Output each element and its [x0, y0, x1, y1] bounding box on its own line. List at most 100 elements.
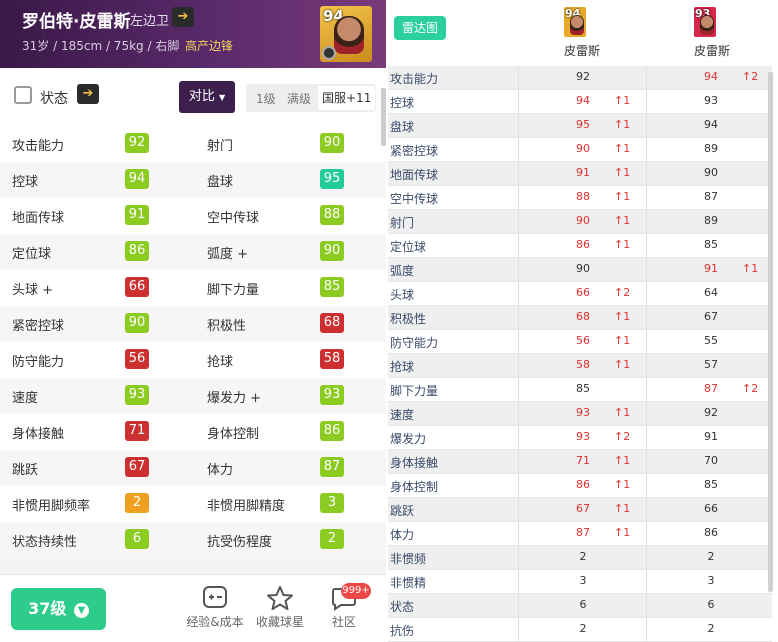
player-1-advantage: ↑1 [614, 238, 631, 251]
compare-row: 非惯频 2 2 [388, 546, 772, 570]
stat-value-badge: 2 [320, 529, 344, 549]
compare-row-label: 头球 [390, 288, 415, 302]
stat-row: 身体接触 71 身体控制 86 [0, 414, 386, 450]
scrollbar[interactable] [768, 72, 773, 592]
column-divider [518, 282, 519, 306]
player-2-value: 85 [704, 238, 718, 251]
stat-value-badge: 93 [320, 385, 344, 405]
player-2-value: 91 [704, 262, 718, 275]
player-1-advantage: ↑1 [614, 334, 631, 347]
stat-label: 地面传球 [12, 211, 65, 226]
player-2-value: 85 [704, 478, 718, 491]
column-divider [646, 498, 647, 522]
player-1-advantage: ↑1 [614, 358, 631, 371]
level-option-max[interactable]: 满级 [287, 90, 311, 107]
player-2-name: 皮雷斯 [694, 44, 731, 58]
player-2-value: 64 [704, 286, 718, 299]
column-divider [518, 138, 519, 162]
player-2-value: 2 [707, 622, 715, 635]
player-1-advantage: ↑1 [614, 166, 631, 179]
status-icon [14, 86, 32, 104]
compare-row-label: 非惯频 [390, 552, 427, 566]
player-2-value: 3 [707, 574, 715, 587]
radar-chart-button[interactable]: 雷达图 [394, 16, 446, 40]
stat-row: 跳跃 67 体力 87 [0, 450, 386, 486]
player-1-portrait [570, 15, 584, 35]
player-1-advantage: ↑1 [614, 310, 631, 323]
player-2-advantage: ↑2 [742, 382, 759, 395]
stat-row: 紧密控球 90 积极性 68 [0, 306, 386, 342]
player-1-value: 66 [576, 286, 590, 299]
player-1-advantage: ↑1 [614, 190, 631, 203]
column-divider [646, 426, 647, 450]
player-1-value: 6 [579, 598, 587, 611]
stat-row: 防守能力 56 抢球 58 [0, 342, 386, 378]
level-option-1[interactable]: 1级 [256, 90, 276, 107]
stat-value-badge: 95 [320, 169, 344, 189]
column-divider [646, 546, 647, 570]
player-1-value: 93 [576, 430, 590, 443]
scrollbar[interactable] [381, 88, 386, 146]
compare-row-label: 速度 [390, 408, 415, 422]
stat-label: 紧密控球 [12, 319, 65, 334]
column-divider [518, 258, 519, 282]
status-toolbar: 状态 ➔ 对比 ▼ 1级 满级 国服+11 [0, 68, 386, 126]
player-2-portrait [700, 15, 714, 35]
compare-row-label: 爆发力 [390, 432, 427, 446]
compare-row: 爆发力 93 ↑2 91 [388, 426, 772, 450]
player-2-advantage: ↑2 [742, 70, 759, 83]
stat-row: 状态持续性 6 抗受伤程度 2 [0, 522, 386, 558]
compare-row: 射门 90 ↑1 89 [388, 210, 772, 234]
compare-row-label: 控球 [390, 96, 415, 110]
stat-label: 体力 [207, 463, 234, 478]
player-style-tag: 高产边锋 [185, 39, 234, 53]
column-divider [518, 186, 519, 210]
level-button[interactable]: 37级 ▼ [11, 588, 106, 630]
stat-value-badge: 91 [125, 205, 149, 225]
player-1-value: 90 [576, 142, 590, 155]
compare-row-label: 脚下力量 [390, 384, 439, 398]
player-2-value: 87 [704, 382, 718, 395]
stat-row: 非惯用脚频率 2 非惯用脚精度 3 [0, 486, 386, 522]
player-1-value: 2 [579, 622, 587, 635]
player-card-2[interactable]: 93 [694, 7, 716, 37]
column-divider [518, 378, 519, 402]
stat-row: 地面传球 91 空中传球 88 [0, 198, 386, 234]
compare-row: 防守能力 56 ↑1 55 [388, 330, 772, 354]
stat-value-badge: 90 [125, 313, 149, 333]
stat-label: 跳跃 [12, 463, 39, 478]
stat-label: 抗受伤程度 [207, 535, 273, 550]
player-1-advantage: ↑1 [614, 214, 631, 227]
stat-label: 非惯用脚频率 [12, 499, 91, 514]
compare-button[interactable]: 对比 ▼ [179, 81, 235, 113]
player-1-advantage: ↑2 [614, 286, 631, 299]
arrow-right-icon[interactable]: ➔ [172, 7, 194, 27]
compare-row: 地面传球 91 ↑1 90 [388, 162, 772, 186]
compare-row-label: 体力 [390, 528, 415, 542]
player-1-value: 71 [576, 454, 590, 467]
stat-label: 头球 + [12, 283, 54, 298]
stat-label: 身体接触 [12, 427, 65, 442]
compare-row: 体力 87 ↑1 86 [388, 522, 772, 546]
stat-label: 速度 [12, 391, 39, 406]
tab-exp-cost[interactable]: 经验&成本 [186, 585, 244, 630]
player-card-1[interactable]: 94 [564, 7, 586, 37]
player-1-advantage: ↑1 [614, 478, 631, 491]
compare-row: 抢球 58 ↑1 57 [388, 354, 772, 378]
player-2-value: 87 [704, 190, 718, 203]
player-1-advantage: ↑1 [614, 526, 631, 539]
player-1-advantage: ↑2 [614, 430, 631, 443]
column-divider [646, 450, 647, 474]
tab-favorites[interactable]: 收藏球星 [254, 585, 306, 630]
stat-label: 积极性 [207, 319, 247, 334]
compare-row-label: 非惯精 [390, 576, 427, 590]
column-divider [518, 426, 519, 450]
level-option-server[interactable]: 国服+11 [318, 86, 376, 110]
stat-row: 定位球 86 弧度 + 90 [0, 234, 386, 270]
arrow-right-icon[interactable]: ➔ [77, 84, 99, 104]
player-2-value: 86 [704, 526, 718, 539]
compare-header: 雷达图 94 皮雷斯 93 皮雷斯 [388, 0, 778, 66]
player-2-value: 91 [704, 430, 718, 443]
level-selector[interactable]: 1级 满级 国服+11 [246, 84, 376, 112]
compare-row-label: 积极性 [390, 312, 427, 326]
